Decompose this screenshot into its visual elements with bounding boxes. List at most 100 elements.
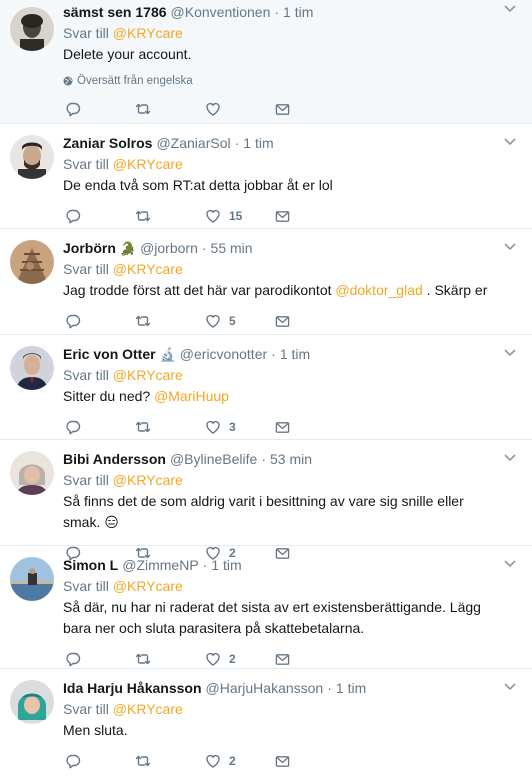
mention-link[interactable]: @doktor_glad bbox=[335, 282, 422, 298]
reply-icon bbox=[66, 420, 81, 435]
reply-mention-link[interactable]: @KRYcare bbox=[113, 25, 183, 41]
reply-button[interactable] bbox=[65, 417, 135, 437]
dm-button[interactable] bbox=[275, 99, 345, 119]
avatar[interactable] bbox=[10, 240, 54, 284]
reply-mention-link[interactable]: @KRYcare bbox=[113, 261, 183, 277]
timestamp[interactable]: 1 tim bbox=[280, 344, 310, 364]
timestamp[interactable]: 53 min bbox=[270, 449, 312, 469]
reply-button[interactable] bbox=[65, 99, 135, 119]
timestamp[interactable]: 55 min bbox=[211, 238, 253, 258]
dm-button[interactable] bbox=[275, 206, 345, 226]
reply-context: Svar till @KRYcare bbox=[63, 576, 532, 596]
reply-button[interactable] bbox=[65, 751, 135, 771]
display-name[interactable]: Ida Harju Håkansson bbox=[63, 678, 202, 698]
tweet-text: De enda två som RT:at detta jobbar åt er… bbox=[63, 177, 333, 193]
user-handle[interactable]: @BylineBelife bbox=[170, 449, 257, 469]
tweet-actions: 2 bbox=[63, 751, 532, 771]
tweet[interactable]: Eric von Otter 🔬 @ericvonotter · 1 tim S… bbox=[0, 335, 532, 440]
reply-prefix: Svar till bbox=[63, 261, 109, 277]
tweet[interactable]: sämst sen 1786 @Konventionen · 1 tim Sva… bbox=[0, 0, 532, 124]
reply-mention-link[interactable]: @KRYcare bbox=[113, 701, 183, 717]
chevron-down-icon[interactable] bbox=[502, 680, 518, 694]
dm-button[interactable] bbox=[275, 751, 345, 771]
retweet-button[interactable] bbox=[135, 99, 205, 119]
envelope-icon bbox=[275, 653, 290, 665]
user-handle[interactable]: @ZaniarSol bbox=[156, 133, 230, 153]
chevron-down-icon[interactable] bbox=[502, 557, 518, 571]
like-button[interactable]: 3 bbox=[205, 417, 275, 437]
retweet-icon bbox=[135, 755, 151, 767]
chevron-down-icon[interactable] bbox=[502, 2, 518, 16]
avatar[interactable] bbox=[10, 557, 54, 601]
like-button[interactable]: 2 bbox=[205, 751, 275, 771]
retweet-button[interactable] bbox=[135, 751, 205, 771]
tweet[interactable]: Zaniar Solros @ZaniarSol · 1 tim Svar ti… bbox=[0, 124, 532, 229]
reply-mention-link[interactable]: @KRYcare bbox=[113, 578, 183, 594]
like-count: 5 bbox=[229, 314, 236, 328]
display-name[interactable]: Bibi Andersson bbox=[63, 449, 166, 469]
like-button[interactable]: 5 bbox=[205, 311, 275, 331]
avatar[interactable] bbox=[10, 451, 54, 495]
avatar[interactable] bbox=[10, 7, 54, 51]
chevron-down-icon[interactable] bbox=[502, 346, 518, 360]
reply-button[interactable] bbox=[65, 311, 135, 331]
tweet[interactable]: Simon L @ZimmeNP · 1 tim Svar till @KRYc… bbox=[0, 546, 532, 669]
retweet-button[interactable] bbox=[135, 417, 205, 437]
chevron-down-icon[interactable] bbox=[502, 451, 518, 465]
reply-button[interactable] bbox=[65, 649, 135, 669]
tweet-actions bbox=[63, 99, 532, 119]
tweet-header: Jorbörn 🐊 @jorborn · 55 min bbox=[63, 238, 532, 258]
retweet-button[interactable] bbox=[135, 206, 205, 226]
reply-mention-link[interactable]: @KRYcare bbox=[113, 156, 183, 172]
avatar[interactable] bbox=[10, 346, 54, 390]
retweet-button[interactable] bbox=[135, 311, 205, 331]
tweet[interactable]: Jorbörn 🐊 @jorborn · 55 min Svar till @K… bbox=[0, 229, 532, 335]
mention-link[interactable]: @MariHuup bbox=[154, 388, 229, 404]
display-name[interactable]: Jorbörn bbox=[63, 238, 116, 258]
user-handle[interactable]: @ZimmeNP bbox=[122, 555, 198, 575]
like-button[interactable]: 2 bbox=[205, 649, 275, 669]
avatar[interactable] bbox=[10, 680, 54, 724]
timestamp[interactable]: 1 tim bbox=[336, 678, 366, 698]
like-button[interactable]: 15 bbox=[205, 206, 275, 226]
user-handle[interactable]: @HarjuHakansson bbox=[206, 678, 324, 698]
chevron-down-icon[interactable] bbox=[502, 135, 518, 149]
reply-mention-link[interactable]: @KRYcare bbox=[113, 472, 183, 488]
heart-icon bbox=[206, 102, 220, 116]
retweet-icon bbox=[135, 315, 151, 327]
timestamp[interactable]: 1 tim bbox=[211, 555, 241, 575]
display-name[interactable]: sämst sen 1786 bbox=[63, 2, 167, 22]
reply-mention-link[interactable]: @KRYcare bbox=[113, 367, 183, 383]
like-count: 15 bbox=[229, 209, 243, 223]
translate-label: Översätt från engelska bbox=[77, 75, 193, 87]
reply-prefix: Svar till bbox=[63, 472, 109, 488]
avatar[interactable] bbox=[10, 135, 54, 179]
chevron-down-icon[interactable] bbox=[502, 240, 518, 254]
tweet-actions: 2 bbox=[63, 649, 532, 669]
tweet[interactable]: Ida Harju Håkansson @HarjuHakansson · 1 … bbox=[0, 669, 532, 779]
retweet-icon bbox=[135, 653, 151, 665]
display-name[interactable]: Simon L bbox=[63, 555, 118, 575]
translate-link[interactable]: Översätt från engelska bbox=[63, 73, 532, 89]
reply-icon bbox=[66, 209, 81, 224]
display-name[interactable]: Zaniar Solros bbox=[63, 133, 152, 153]
user-handle[interactable]: @jorborn bbox=[140, 238, 198, 258]
envelope-icon bbox=[275, 210, 290, 222]
dm-button[interactable] bbox=[275, 417, 345, 437]
tweet-text-part: Jag trodde först att det här var parodik… bbox=[63, 282, 336, 298]
reply-button[interactable] bbox=[65, 206, 135, 226]
tweet[interactable]: Bibi Andersson @BylineBelife · 53 min Sv… bbox=[0, 440, 532, 561]
envelope-icon bbox=[275, 755, 290, 767]
like-button[interactable] bbox=[205, 99, 275, 119]
dm-button[interactable] bbox=[275, 311, 345, 331]
timestamp[interactable]: 1 tim bbox=[243, 133, 273, 153]
separator-dot: · bbox=[274, 4, 280, 20]
display-name[interactable]: Eric von Otter bbox=[63, 344, 156, 364]
reply-context: Svar till @KRYcare bbox=[63, 699, 532, 719]
dm-button[interactable] bbox=[275, 649, 345, 669]
user-handle[interactable]: @Konventionen bbox=[171, 2, 271, 22]
tweet-text: Jag trodde först att det här var parodik… bbox=[63, 280, 532, 301]
timestamp[interactable]: 1 tim bbox=[283, 2, 313, 22]
user-handle[interactable]: @ericvonotter bbox=[180, 344, 267, 364]
retweet-button[interactable] bbox=[135, 649, 205, 669]
